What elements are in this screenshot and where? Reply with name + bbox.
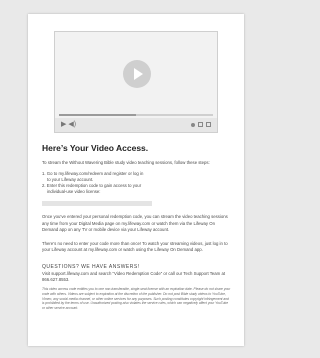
play-icon: [134, 68, 143, 80]
video-controls: ▶ ◀): [55, 114, 217, 132]
settings-icon[interactable]: [191, 122, 195, 127]
questions-text: Visit support.lifeway.com and search “Vi…: [42, 270, 226, 282]
fine-print: This video access code entitles you to o…: [42, 287, 231, 311]
video-player[interactable]: ▶ ◀): [54, 31, 218, 133]
content: Here’s Your Video Access. To stream the …: [42, 142, 231, 315]
paragraph-no-reentry: There’s no need to enter your code more …: [42, 241, 228, 253]
redemption-code-box: [42, 201, 152, 207]
captions-icon[interactable]: [198, 122, 203, 127]
play-button[interactable]: [123, 60, 151, 88]
video-access-card: ▶ ◀) Here’s Your Video Access. To stream…: [28, 14, 244, 346]
control-play-icon[interactable]: ▶ ◀): [61, 121, 76, 129]
paragraph-streaming: Once you’ve entered your personal redemp…: [42, 214, 228, 232]
questions-heading: QUESTIONS? WE HAVE ANSWERS!: [42, 263, 140, 270]
video-progress-fill: [59, 114, 136, 116]
page-title: Here’s Your Video Access.: [42, 143, 149, 153]
control-right-group: [191, 122, 211, 127]
fullscreen-icon[interactable]: [206, 122, 211, 127]
intro-text: To stream the Without Wavering Bible stu…: [42, 160, 210, 166]
step-line: individual-use video license:: [47, 189, 101, 195]
video-progress-bar[interactable]: [59, 114, 213, 116]
steps-list: 1. Go to my.lifeway.com/redeem and regis…: [42, 171, 231, 196]
